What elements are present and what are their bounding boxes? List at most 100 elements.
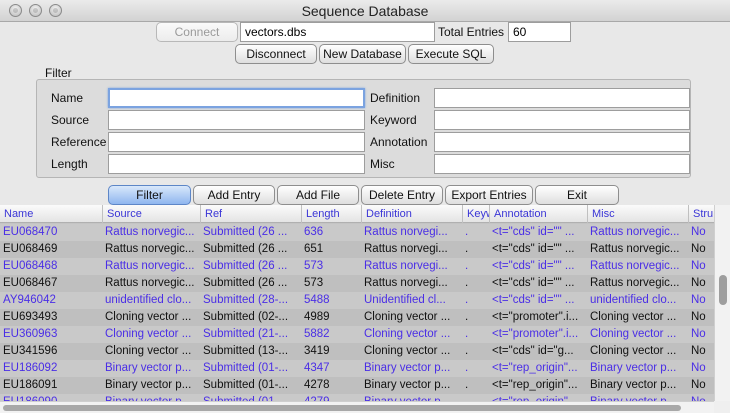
definition-filter-input[interactable] xyxy=(434,88,690,108)
keyword-filter-input[interactable] xyxy=(434,110,690,130)
cell-definition: Rattus norvegi... xyxy=(364,243,448,255)
cell-keyword: . xyxy=(465,243,469,255)
total-entries-field: 60 xyxy=(508,22,571,42)
cell-length: 4989 xyxy=(304,311,330,323)
column-header-name[interactable]: Name xyxy=(0,205,102,223)
cell-structure: No xyxy=(691,362,706,374)
cell-source: Rattus norvegic... xyxy=(105,277,195,289)
table-row[interactable]: EU068467 Rattus norvegic... Submitted (26 … xyxy=(0,275,714,292)
column-header-ref[interactable]: Ref xyxy=(200,205,301,223)
table-row[interactable]: EU186092 Binary vector p... Submitted (01-… xyxy=(0,360,714,377)
column-header-keyword[interactable]: Keyw xyxy=(462,205,489,223)
cell-annotation: <t="cds" id="" ... xyxy=(492,294,575,306)
filter-button[interactable]: Filter xyxy=(108,185,191,205)
cell-length: 636 xyxy=(304,226,324,238)
cell-ref: Submitted (26 ... xyxy=(203,260,288,272)
reference-filter-input[interactable] xyxy=(108,132,365,152)
cell-misc: Cloning vector ... xyxy=(590,311,677,323)
cell-source: Rattus norvegic... xyxy=(105,226,195,238)
cell-annotation: <t="cds" id="" ... xyxy=(492,260,575,272)
cell-source: Cloning vector ... xyxy=(105,311,192,323)
cell-source: unidentified clo... xyxy=(105,294,192,306)
horizontal-scrollbar[interactable] xyxy=(0,401,714,413)
cell-keyword: . xyxy=(465,294,469,306)
cell-structure: No xyxy=(691,294,706,306)
scroll-corner xyxy=(714,401,730,413)
name-label: Name xyxy=(51,91,84,105)
table-row[interactable]: EU068469 Rattus norvegic... Submitted (26 … xyxy=(0,241,714,258)
vertical-scroll-thumb[interactable] xyxy=(719,275,727,305)
cell-misc: Rattus norvegic... xyxy=(590,260,680,272)
cell-keyword: . xyxy=(465,379,469,391)
connect-button[interactable]: Connect xyxy=(156,22,238,42)
column-header-structure[interactable]: Stru xyxy=(688,205,714,223)
table-row[interactable]: EU068468 Rattus norvegic... Submitted (26 … xyxy=(0,258,714,275)
cell-keyword: . xyxy=(465,226,469,238)
length-filter-input[interactable] xyxy=(108,154,365,174)
cell-name: EU360963 xyxy=(3,328,58,340)
table-row[interactable]: EU341596 Cloning vector ... Submitted (13-… xyxy=(0,343,714,360)
cell-name: EU068469 xyxy=(3,243,58,255)
column-header-definition[interactable]: Definition xyxy=(361,205,462,223)
column-header-source[interactable]: Source xyxy=(102,205,200,223)
cell-structure: No xyxy=(691,226,706,238)
window-title: Sequence Database xyxy=(301,3,429,19)
cell-misc: Binary vector p... xyxy=(590,379,677,391)
name-filter-input[interactable] xyxy=(108,88,365,108)
cell-keyword: . xyxy=(462,394,489,401)
cell-keyword: . xyxy=(465,311,469,323)
cell-definition: Binary vector p... xyxy=(364,379,451,391)
cell-misc: Binary vector p... xyxy=(587,394,688,401)
new-database-button[interactable]: New Database xyxy=(319,44,406,64)
cell-keyword: . xyxy=(465,277,469,289)
table-row[interactable]: EU360963 Cloning vector ... Submitted (21-… xyxy=(0,326,714,343)
cell-definition: Binary vector p... xyxy=(364,362,451,374)
export-entries-button[interactable]: Export Entries xyxy=(445,185,533,205)
exit-button[interactable]: Exit xyxy=(535,185,619,205)
cell-length: 4347 xyxy=(304,362,330,374)
cell-structure: No xyxy=(691,328,706,340)
vertical-scrollbar[interactable] xyxy=(714,205,730,401)
column-header-misc[interactable]: Misc xyxy=(587,205,688,223)
misc-filter-input[interactable] xyxy=(434,154,690,174)
cell-definition: Cloning vector ... xyxy=(364,311,451,323)
cell-definition: Cloning vector ... xyxy=(364,328,451,340)
cell-keyword: . xyxy=(465,362,469,374)
cell-definition: Rattus norvegi... xyxy=(364,226,448,238)
execute-sql-button[interactable]: Execute SQL xyxy=(408,44,494,64)
cell-length: 651 xyxy=(304,243,324,255)
source-filter-input[interactable] xyxy=(108,110,365,130)
cell-annotation: <t="rep_origin"... xyxy=(492,362,578,374)
entries-table: Name Source Ref Length Definition Keyw A… xyxy=(0,205,714,401)
cell-ref: Submitted (01-... xyxy=(203,362,289,374)
cell-misc: Rattus norvegic... xyxy=(590,243,680,255)
table-row[interactable]: AY946042 unidentified clo... Submitted (28… xyxy=(0,292,714,309)
table-header: Name Source Ref Length Definition Keyw A… xyxy=(0,205,714,223)
cell-name: EU186091 xyxy=(3,379,58,391)
disconnect-button[interactable]: Disconnect xyxy=(235,44,317,64)
cell-structure: No xyxy=(691,260,706,272)
title-bar: Sequence Database xyxy=(0,0,730,22)
table-row[interactable]: EU068470 Rattus norvegic... Submitted (26 … xyxy=(0,224,714,241)
database-file-field[interactable]: vectors.dbs xyxy=(240,22,435,42)
table-row[interactable]: EU186090Binary vector p...Submitted (01-… xyxy=(0,394,714,401)
table-row[interactable]: EU693493 Cloning vector ... Submitted (02-… xyxy=(0,309,714,326)
cell-name: EU186092 xyxy=(3,362,58,374)
cell-keyword: . xyxy=(465,260,469,272)
cell-misc: Rattus norvegic... xyxy=(590,226,680,238)
annotation-filter-input[interactable] xyxy=(434,132,690,152)
delete-entry-button[interactable]: Delete Entry xyxy=(361,185,443,205)
add-file-button[interactable]: Add File xyxy=(277,185,359,205)
horizontal-scroll-thumb[interactable] xyxy=(3,405,681,411)
cell-source: Rattus norvegic... xyxy=(105,260,195,272)
cell-name: EU341596 xyxy=(3,345,58,357)
table-row[interactable]: EU186091 Binary vector p... Submitted (01-… xyxy=(0,377,714,394)
cell-annotation: <t="cds" id="" ... xyxy=(492,226,575,238)
column-header-annotation[interactable]: Annotation xyxy=(489,205,587,223)
add-entry-button[interactable]: Add Entry xyxy=(193,185,275,205)
cell-misc: Rattus norvegic... xyxy=(590,277,680,289)
column-header-length[interactable]: Length xyxy=(301,205,361,223)
cell-misc: Cloning vector ... xyxy=(590,328,677,340)
cell-source: Cloning vector ... xyxy=(105,345,192,357)
cell-ref: Submitted (21-... xyxy=(203,328,289,340)
